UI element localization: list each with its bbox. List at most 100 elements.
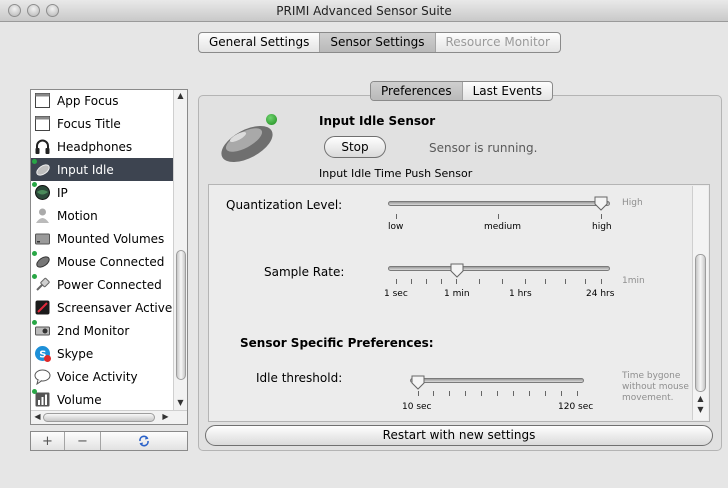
tab-last-events[interactable]: Last Events xyxy=(463,82,552,100)
tick-label-1-sec: 1 sec xyxy=(384,289,408,299)
tab-resource-monitor: Resource Monitor xyxy=(445,35,550,49)
idle-threshold-help-line-1: Time bygone xyxy=(622,371,681,381)
tick-mark xyxy=(601,214,602,219)
tick-mark xyxy=(561,391,562,396)
tick-mark xyxy=(545,391,546,396)
list-item-skype[interactable]: S Skype xyxy=(31,342,175,365)
idle-threshold-slider-track[interactable] xyxy=(410,378,584,383)
window-title: PRIMI Advanced Sensor Suite xyxy=(276,4,452,18)
main-tab-bar: General Settings Sensor Settings Resourc… xyxy=(198,32,561,53)
sample-rate-slider-track[interactable] xyxy=(388,266,610,271)
tick-mark xyxy=(545,279,546,284)
sensor-tab-bar: Preferences Last Events xyxy=(370,81,554,101)
sensor-list: App Focus Focus Title Headphones Input I… xyxy=(30,89,188,425)
active-indicator-icon xyxy=(32,159,37,164)
drive-icon xyxy=(34,230,51,247)
tick-mark xyxy=(497,391,498,396)
sensor-specific-heading: Sensor Specific Preferences: xyxy=(240,336,434,350)
volume-icon xyxy=(32,389,51,408)
list-item-voice-activity[interactable]: Voice Activity xyxy=(31,365,175,388)
scroll-up-arrow-icon[interactable]: ▲ xyxy=(174,91,187,100)
sample-rate-slider-knob[interactable] xyxy=(449,262,465,278)
tick-mark xyxy=(426,279,427,284)
list-item-motion[interactable]: Motion xyxy=(31,204,175,227)
tick-label-high: high xyxy=(592,222,612,232)
idle-threshold-min: 10 sec xyxy=(402,402,432,412)
sensor-name: Input Idle Sensor xyxy=(319,114,436,128)
scroll-down-arrow-icon[interactable]: ▼ xyxy=(174,398,187,407)
list-item-volume[interactable]: Volume xyxy=(31,388,175,411)
list-hscroll-thumb[interactable] xyxy=(43,413,155,422)
active-indicator-icon xyxy=(32,251,37,256)
list-item-power-connected[interactable]: Power Connected xyxy=(31,273,175,296)
idle-threshold-label: Idle threshold: xyxy=(256,371,343,385)
list-item-ip[interactable]: IP xyxy=(31,181,175,204)
window-icon xyxy=(34,92,51,109)
tick-mark xyxy=(411,279,412,284)
list-item-mounted-volumes[interactable]: Mounted Volumes xyxy=(31,227,175,250)
tick-label-1-hrs: 1 hrs xyxy=(509,289,532,299)
tick-mark xyxy=(585,279,586,284)
plug-icon xyxy=(32,274,51,293)
sample-rate-value: 1min xyxy=(622,276,645,286)
tick-mark xyxy=(396,279,397,284)
list-action-bar: + − xyxy=(30,431,188,451)
idle-threshold-help-line-3: movement. xyxy=(622,393,674,403)
tick-mark xyxy=(449,391,450,396)
app-window: PRIMI Advanced Sensor Suite General Sett… xyxy=(0,0,728,488)
mouse-icon xyxy=(32,159,51,178)
skype-icon: S xyxy=(34,345,51,362)
globe-icon xyxy=(32,182,51,201)
tick-mark xyxy=(479,279,480,284)
scroll-down-arrow-icon[interactable]: ▼ xyxy=(694,405,707,414)
refresh-button[interactable] xyxy=(101,432,187,450)
tick-mark xyxy=(481,391,482,396)
tick-mark xyxy=(433,391,434,396)
tick-mark xyxy=(529,391,530,396)
sensor-description: Input Idle Time Push Sensor xyxy=(319,167,473,180)
list-horizontal-scrollbar[interactable]: ◀ ▶ xyxy=(31,410,187,424)
list-item-2nd-monitor[interactable]: 2nd Monitor xyxy=(31,319,175,342)
add-sensor-button[interactable]: + xyxy=(31,432,65,450)
tab-general-settings[interactable]: General Settings xyxy=(199,33,321,52)
tick-label-low: low xyxy=(388,222,404,232)
list-item-screensaver-active[interactable]: Screensaver Active xyxy=(31,296,175,319)
quantization-slider-knob[interactable] xyxy=(593,195,609,211)
idle-threshold-slider-knob[interactable] xyxy=(410,374,426,390)
tab-sensor-settings[interactable]: Sensor Settings xyxy=(320,33,436,52)
tick-mark xyxy=(418,391,419,396)
list-item-mouse-connected[interactable]: Mouse Connected xyxy=(31,250,175,273)
tab-preferences[interactable]: Preferences xyxy=(371,82,463,100)
quantization-value: High xyxy=(622,198,643,208)
projector-icon xyxy=(32,320,51,339)
active-indicator-icon xyxy=(32,389,37,394)
stop-button[interactable]: Stop xyxy=(324,136,386,158)
restart-with-new-settings-button[interactable]: Restart with new settings xyxy=(205,425,713,446)
list-scroll-thumb[interactable] xyxy=(176,250,186,380)
tick-mark xyxy=(502,279,503,284)
tick-mark xyxy=(577,391,578,396)
scroll-up-arrow-icon[interactable]: ▲ xyxy=(694,394,707,403)
title-bar: PRIMI Advanced Sensor Suite xyxy=(0,0,728,22)
preferences-scroll-thumb[interactable] xyxy=(695,254,706,392)
tick-mark xyxy=(396,214,397,219)
list-vertical-scrollbar[interactable]: ▲ ▼ xyxy=(173,90,187,410)
headphones-icon xyxy=(34,138,51,155)
quantization-slider-track[interactable] xyxy=(388,201,610,206)
mouse-icon xyxy=(32,251,51,270)
scroll-right-arrow-icon[interactable]: ▶ xyxy=(159,412,172,421)
person-icon xyxy=(34,207,51,224)
list-item-headphones[interactable]: Headphones xyxy=(31,135,175,158)
window-icon xyxy=(34,115,51,132)
tick-mark xyxy=(601,279,602,284)
remove-sensor-button[interactable]: − xyxy=(65,432,101,450)
idle-threshold-max: 120 sec xyxy=(558,402,594,412)
list-item-focus-title[interactable]: Focus Title xyxy=(31,112,175,135)
tick-label-24-hrs: 24 hrs xyxy=(586,289,615,299)
tick-label-medium: medium xyxy=(484,222,521,232)
preferences-vertical-scrollbar[interactable]: ▲ ▼ xyxy=(692,186,708,420)
quantization-level-label: Quantization Level: xyxy=(226,198,343,212)
list-item-app-focus[interactable]: App Focus xyxy=(31,89,175,112)
tick-mark xyxy=(565,279,566,284)
list-item-input-idle[interactable]: Input Idle xyxy=(31,158,175,181)
